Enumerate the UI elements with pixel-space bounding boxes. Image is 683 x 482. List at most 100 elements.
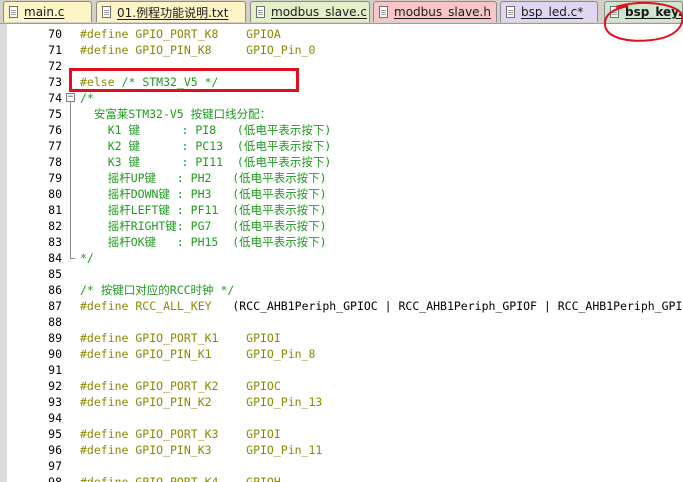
line-number: 80 (48, 187, 62, 201)
file-icon (9, 6, 18, 18)
code-line: 86 /* 按键口对应的RCC时钟 */ (0, 282, 683, 298)
line-number: 89 (48, 331, 62, 345)
line-number: 86 (48, 283, 62, 297)
tab-4[interactable]: bsp_led.c* (500, 1, 598, 22)
code-line: 87 #define RCC_ALL_KEY (RCC_AHB1Periph_GP… (0, 298, 683, 314)
code-text: K3 键 : PI11 (低电平表示按下) (80, 154, 332, 170)
tab-1[interactable]: 01.例程功能说明.txt (96, 1, 246, 22)
code-line: 76 K1 键 : PI8 (低电平表示按下) (0, 122, 683, 138)
code-token: 摇杆UP键 : PH2 (低电平表示按下) (80, 171, 327, 185)
tab-label: bsp_led.c* (521, 5, 584, 19)
code-token: #define RCC_ALL_KEY (80, 299, 233, 313)
code-token: K1 键 : PI8 (低电平表示按下) (80, 123, 332, 137)
line-number: 82 (48, 219, 62, 233)
fold-guide-line (70, 102, 71, 258)
code-line: 91 (0, 362, 683, 378)
code-token: */ (80, 251, 94, 265)
tab-label: modbus_slave.c (271, 5, 367, 19)
file-icon (102, 6, 111, 18)
code-text: 摇杆RIGHT键: PG7 (低电平表示按下) (80, 218, 327, 234)
line-number: 85 (48, 267, 62, 281)
line-number: 88 (48, 315, 62, 329)
line-number: 76 (48, 123, 62, 137)
code-token: /* STM32_V5 */ (121, 75, 219, 89)
code-line: 77 K2 键 : PC13 (低电平表示按下) (0, 138, 683, 154)
line-number: 95 (48, 427, 62, 441)
code-line: 74 /* − (0, 90, 683, 106)
code-token: /* (80, 91, 94, 105)
code-editor[interactable]: 70 #define GPIO_PORT_K8 GPIOA 71 #define GP… (0, 24, 683, 482)
fold-toggle-icon[interactable]: − (66, 93, 75, 102)
tab-label: modbus_slave.h (394, 5, 491, 19)
line-number: 74 (48, 91, 62, 105)
code-line: 95 #define GPIO_PORT_K3 GPIOI (0, 426, 683, 442)
line-number: 78 (48, 155, 62, 169)
tab-label: main.c (24, 5, 65, 19)
code-line: 85 (0, 266, 683, 282)
tab-0[interactable]: main.c (3, 1, 92, 22)
line-number: 93 (48, 395, 62, 409)
line-number: 77 (48, 139, 62, 153)
code-text: /* 按键口对应的RCC时钟 */ (80, 282, 234, 298)
code-token: 摇杆LEFT键 : PF11 (低电平表示按下) (80, 203, 327, 217)
file-icon (506, 6, 515, 18)
line-number: 90 (48, 347, 62, 361)
tab-5[interactable]: bsp_key.c (604, 1, 683, 22)
line-number: 79 (48, 171, 62, 185)
code-token: K3 键 : PI11 (低电平表示按下) (80, 155, 332, 169)
code-line: 97 (0, 458, 683, 474)
code-line: 94 (0, 410, 683, 426)
code-text: #define GPIO_PIN_K2 GPIO_Pin_13 (80, 394, 322, 410)
line-number: 70 (48, 27, 62, 41)
line-number: 97 (48, 459, 62, 473)
code-token: #define GPIO_PORT_K4 GPIOH (80, 475, 281, 482)
code-token: #define GPIO_PIN_K3 GPIO_Pin_11 (80, 443, 323, 457)
code-line: 92 #define GPIO_PORT_K2 GPIOC (0, 378, 683, 394)
line-number: 94 (48, 411, 62, 425)
line-number: 73 (48, 75, 62, 89)
line-number: 71 (48, 43, 62, 57)
code-token: 安富莱STM32-V5 按键口线分配： (80, 107, 272, 121)
file-icon (379, 6, 388, 18)
line-number: 75 (48, 107, 62, 121)
code-line: 83 摇杆OK键 : PH15 (低电平表示按下) (0, 234, 683, 250)
code-text: #define GPIO_PIN_K1 GPIO_Pin_8 (80, 346, 315, 362)
code-text: K1 键 : PI8 (低电平表示按下) (80, 122, 332, 138)
code-token: #define GPIO_PORT_K2 GPIOC (80, 379, 281, 393)
code-token: /* 按键口对应的RCC时钟 */ (80, 283, 235, 297)
code-text: 安富莱STM32-V5 按键口线分配： (80, 106, 271, 122)
code-line: 75 安富莱STM32-V5 按键口线分配： (0, 106, 683, 122)
code-token: #define GPIO_PORT_K3 GPIOI (80, 427, 281, 441)
code-token: #define GPIO_PIN_K1 GPIO_Pin_8 (80, 347, 316, 361)
code-line: 84 */ (0, 250, 683, 266)
code-line: 96 #define GPIO_PIN_K3 GPIO_Pin_11 (0, 442, 683, 458)
code-text: #define GPIO_PORT_K8 GPIOA (80, 26, 281, 42)
code-text: 摇杆LEFT键 : PF11 (低电平表示按下) (80, 202, 327, 218)
code-text: /* (80, 90, 94, 106)
code-text: #define GPIO_PORT_K3 GPIOI (80, 426, 281, 442)
code-line: 72 (0, 58, 683, 74)
code-line: 70 #define GPIO_PORT_K8 GPIOA (0, 26, 683, 42)
line-number: 91 (48, 363, 62, 377)
code-text: #else /* STM32_V5 */ (80, 74, 218, 90)
code-text: */ (80, 250, 94, 266)
line-number: 81 (48, 203, 62, 217)
line-number: 83 (48, 235, 62, 249)
code-token: #define GPIO_PORT_K1 GPIOI (80, 331, 281, 345)
code-token: #define GPIO_PIN_K8 GPIO_Pin_0 (80, 43, 316, 57)
code-line: 82 摇杆RIGHT键: PG7 (低电平表示按下) (0, 218, 683, 234)
code-text: #define RCC_ALL_KEY (RCC_AHB1Periph_GPIO… (80, 298, 683, 314)
code-line: 71 #define GPIO_PIN_K8 GPIO_Pin_0 (0, 42, 683, 58)
file-icon (256, 6, 265, 18)
code-token: #define GPIO_PIN_K2 GPIO_Pin_13 (80, 395, 323, 409)
code-line: 80 摇杆DOWN键 : PH3 (低电平表示按下) (0, 186, 683, 202)
line-number: 84 (48, 251, 62, 265)
tab-2[interactable]: modbus_slave.c (250, 1, 370, 22)
code-text: K2 键 : PC13 (低电平表示按下) (80, 138, 332, 154)
code-line: 81 摇杆LEFT键 : PF11 (低电平表示按下) (0, 202, 683, 218)
tab-bar: main.c 01.例程功能说明.txt modbus_slave.c modbus_… (0, 0, 683, 24)
tab-3[interactable]: modbus_slave.h (373, 1, 497, 22)
code-text: 摇杆OK键 : PH15 (低电平表示按下) (80, 234, 327, 250)
code-line: 88 (0, 314, 683, 330)
line-number: 96 (48, 443, 62, 457)
